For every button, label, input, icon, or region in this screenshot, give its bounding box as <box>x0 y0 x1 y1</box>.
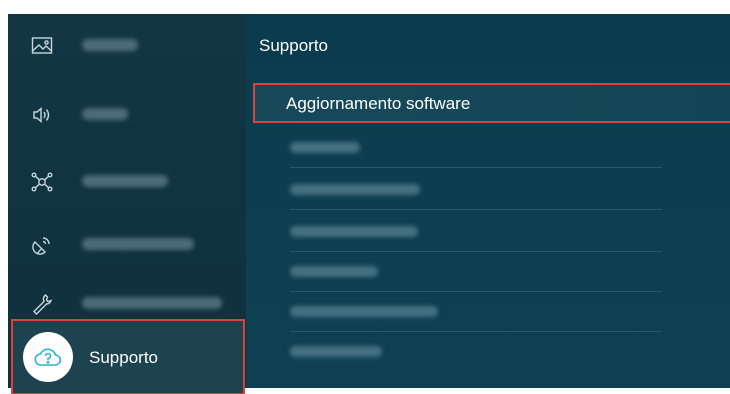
list-item[interactable] <box>254 332 730 372</box>
wrench-icon <box>30 292 54 316</box>
settings-menu: Supporto <box>8 14 246 394</box>
sound-icon <box>30 103 54 127</box>
menu-item-label <box>82 39 138 51</box>
list-item-label <box>290 266 378 277</box>
menu-item-broadcasting[interactable] <box>8 219 246 271</box>
list-item-label <box>290 306 438 317</box>
menu-item-connection[interactable] <box>8 156 246 208</box>
divider <box>290 167 662 168</box>
list-item-label <box>290 226 418 237</box>
divider <box>290 209 662 210</box>
menu-item-label <box>82 108 128 120</box>
menu-item-picture[interactable] <box>8 20 246 72</box>
menu-item-support[interactable]: Supporto <box>11 319 245 394</box>
list-item[interactable] <box>254 128 730 168</box>
software-update-label: Aggiornamento software <box>286 94 471 113</box>
broadcasting-icon <box>30 233 54 257</box>
connection-icon <box>30 170 54 194</box>
menu-item-label <box>82 175 168 187</box>
list-item[interactable] <box>254 252 730 292</box>
software-update-item[interactable]: Aggiornamento software <box>253 83 730 123</box>
list-item[interactable] <box>254 292 730 332</box>
list-item[interactable] <box>254 170 730 210</box>
picture-icon <box>30 34 54 58</box>
list-item-label <box>290 346 382 357</box>
menu-item-support-label: Supporto <box>89 348 158 367</box>
support-panel: Supporto Aggiornamento software <box>246 14 730 388</box>
menu-item-label <box>82 297 222 309</box>
list-item-label <box>290 184 420 195</box>
panel-title: Supporto <box>259 36 328 55</box>
support-icon <box>23 332 73 382</box>
list-item-label <box>290 142 360 153</box>
menu-item-sound[interactable] <box>8 89 246 141</box>
menu-item-label <box>82 238 194 250</box>
list-item[interactable] <box>254 212 730 252</box>
